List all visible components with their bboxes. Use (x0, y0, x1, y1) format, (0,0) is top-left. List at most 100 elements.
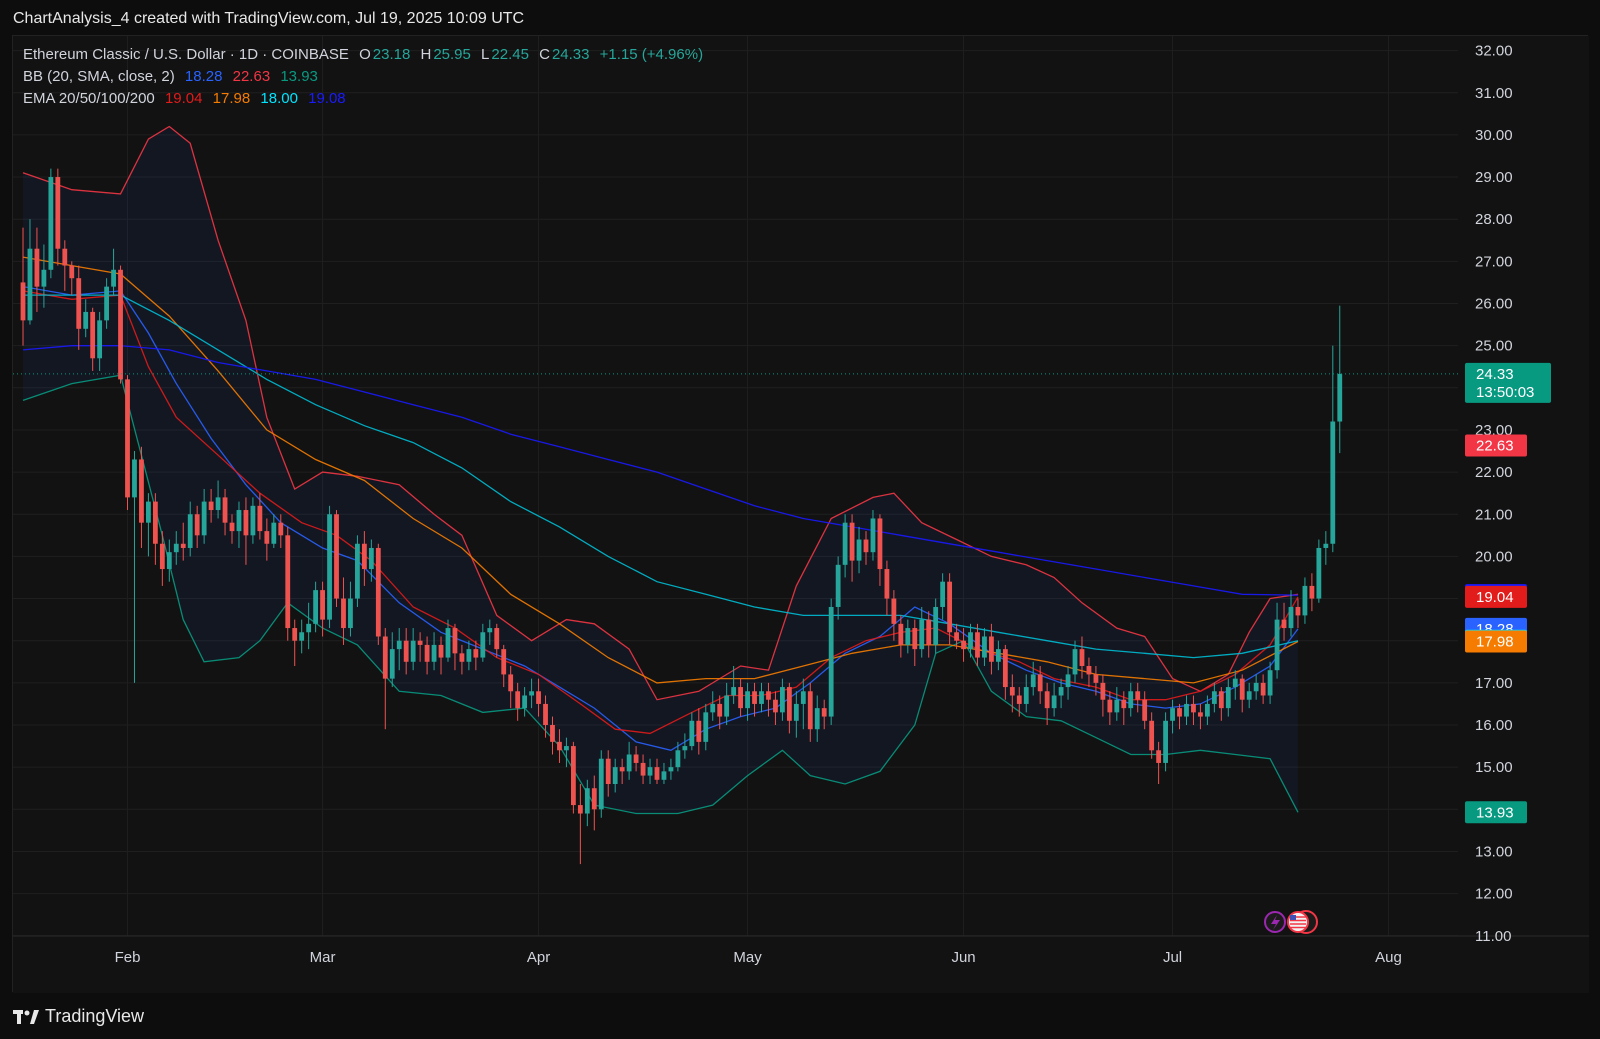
candle-body (793, 703, 799, 721)
low-value: 22.45 (491, 46, 529, 63)
candle-body (1281, 619, 1287, 629)
candle-body (1232, 678, 1238, 688)
candle-body (243, 510, 249, 536)
candle-body (424, 644, 430, 662)
candle-body (132, 459, 137, 498)
open-label: O (359, 46, 371, 63)
y-tick-label: 28.00 (1475, 211, 1513, 228)
tradingview-logo[interactable]: TradingView (13, 1006, 144, 1027)
symbol-title: Ethereum Classic / U.S. Dollar · 1D · CO… (23, 46, 349, 63)
candle-body (724, 695, 730, 717)
candle-body (236, 510, 242, 532)
candle-body (215, 497, 221, 511)
low-label: L (481, 46, 490, 63)
candle-body (452, 628, 458, 654)
price-tag-value: 22.63 (1476, 438, 1514, 455)
price-tag: 19.04 (1465, 585, 1527, 608)
y-tick-label: 11.00 (1475, 928, 1511, 945)
x-tick-label: Apr (527, 949, 550, 966)
candle-body (689, 720, 695, 747)
candle-body (1246, 691, 1252, 700)
bb-label: BB (20, SMA, close, 2) (23, 68, 175, 85)
candle-body (334, 514, 339, 599)
y-tick-label: 25.00 (1475, 338, 1513, 355)
candle-body (1177, 708, 1182, 717)
price-tag: 13.93 (1465, 801, 1527, 824)
candle-body (83, 311, 89, 329)
x-tick-label: Feb (115, 949, 141, 966)
high-value: 25.95 (433, 46, 471, 63)
candle (48, 168, 54, 279)
chart-panel[interactable]: 11.0012.0013.0014.0015.0016.0017.0018.00… (12, 35, 1589, 993)
candle-body (947, 581, 953, 633)
bb-legend[interactable]: BB (20, SMA, close, 2) 18.28 22.63 13.93 (23, 68, 324, 85)
candle-body (989, 636, 994, 662)
candle-body (1065, 674, 1071, 688)
candle (327, 505, 332, 629)
candle-body (69, 265, 75, 279)
price-chart[interactable]: 11.0012.0013.0014.0015.0016.0017.0018.00… (13, 36, 1589, 993)
candle-body (166, 552, 172, 570)
candle-body (870, 518, 876, 553)
candle-body (431, 644, 437, 662)
change-value: +1.15 (+4.96%) (599, 46, 704, 63)
bb-lower-value: 13.93 (280, 68, 318, 85)
candle-body (550, 725, 555, 742)
price-tag: 24.3313:50:03 (1465, 362, 1551, 403)
candle-body (403, 640, 409, 662)
candle-body (264, 531, 270, 544)
price-tag: 22.63 (1465, 434, 1527, 457)
candle-body (1204, 703, 1210, 717)
candle-body (361, 543, 367, 570)
y-tick-label: 20.00 (1475, 548, 1513, 565)
ema-legend[interactable]: EMA 20/50/100/200 19.04 17.98 18.00 19.0… (23, 90, 352, 107)
candle-body (1239, 678, 1245, 700)
candle-body (1225, 687, 1231, 709)
candle (334, 510, 339, 607)
candle-body (118, 269, 123, 380)
candle-body (1156, 750, 1162, 763)
chart-caption: ChartAnalysis_4 created with TradingView… (13, 10, 525, 27)
candle-body (800, 691, 806, 704)
candle-body (187, 514, 193, 548)
candle-body (835, 564, 841, 607)
candle-body (1337, 373, 1343, 422)
candle-body (849, 522, 855, 561)
candle-body (647, 767, 653, 776)
y-tick-label: 27.00 (1475, 253, 1513, 270)
candle-body (891, 598, 897, 624)
candle-body (842, 522, 848, 565)
candle-body (438, 644, 444, 658)
candle-body (1260, 682, 1266, 696)
close-value: 24.33 (551, 46, 590, 63)
candle-body (696, 720, 702, 742)
candle-body (1079, 649, 1085, 666)
candle-body (1086, 665, 1092, 675)
y-tick-label: 17.00 (1475, 675, 1513, 692)
price-tag-value: 17.98 (1476, 634, 1514, 651)
ema-label: EMA 20/50/100/200 (23, 90, 155, 107)
candle-body (111, 269, 116, 287)
candle-body (926, 619, 932, 645)
candle-body (731, 687, 737, 696)
candle-body (173, 543, 179, 553)
candle-body (982, 636, 987, 658)
candle-body (1030, 674, 1036, 688)
candle-body (738, 687, 744, 709)
candle-body (919, 619, 925, 650)
candle-body (954, 632, 959, 641)
y-tick-label: 31.00 (1475, 85, 1513, 102)
candle-body (598, 758, 604, 810)
candle-body (1142, 699, 1148, 721)
candle-body (821, 708, 827, 717)
candle (375, 543, 381, 645)
candle-body (375, 547, 381, 637)
ema100-value: 18.00 (260, 90, 298, 107)
candle-body (1093, 674, 1099, 683)
candle-body (229, 522, 235, 532)
candle-body (668, 767, 674, 772)
candle-body (905, 628, 911, 645)
candle-body (313, 590, 319, 624)
symbol-legend[interactable]: Ethereum Classic / U.S. Dollar · 1D · CO… (23, 46, 709, 63)
y-tick-label: 26.00 (1475, 296, 1513, 313)
